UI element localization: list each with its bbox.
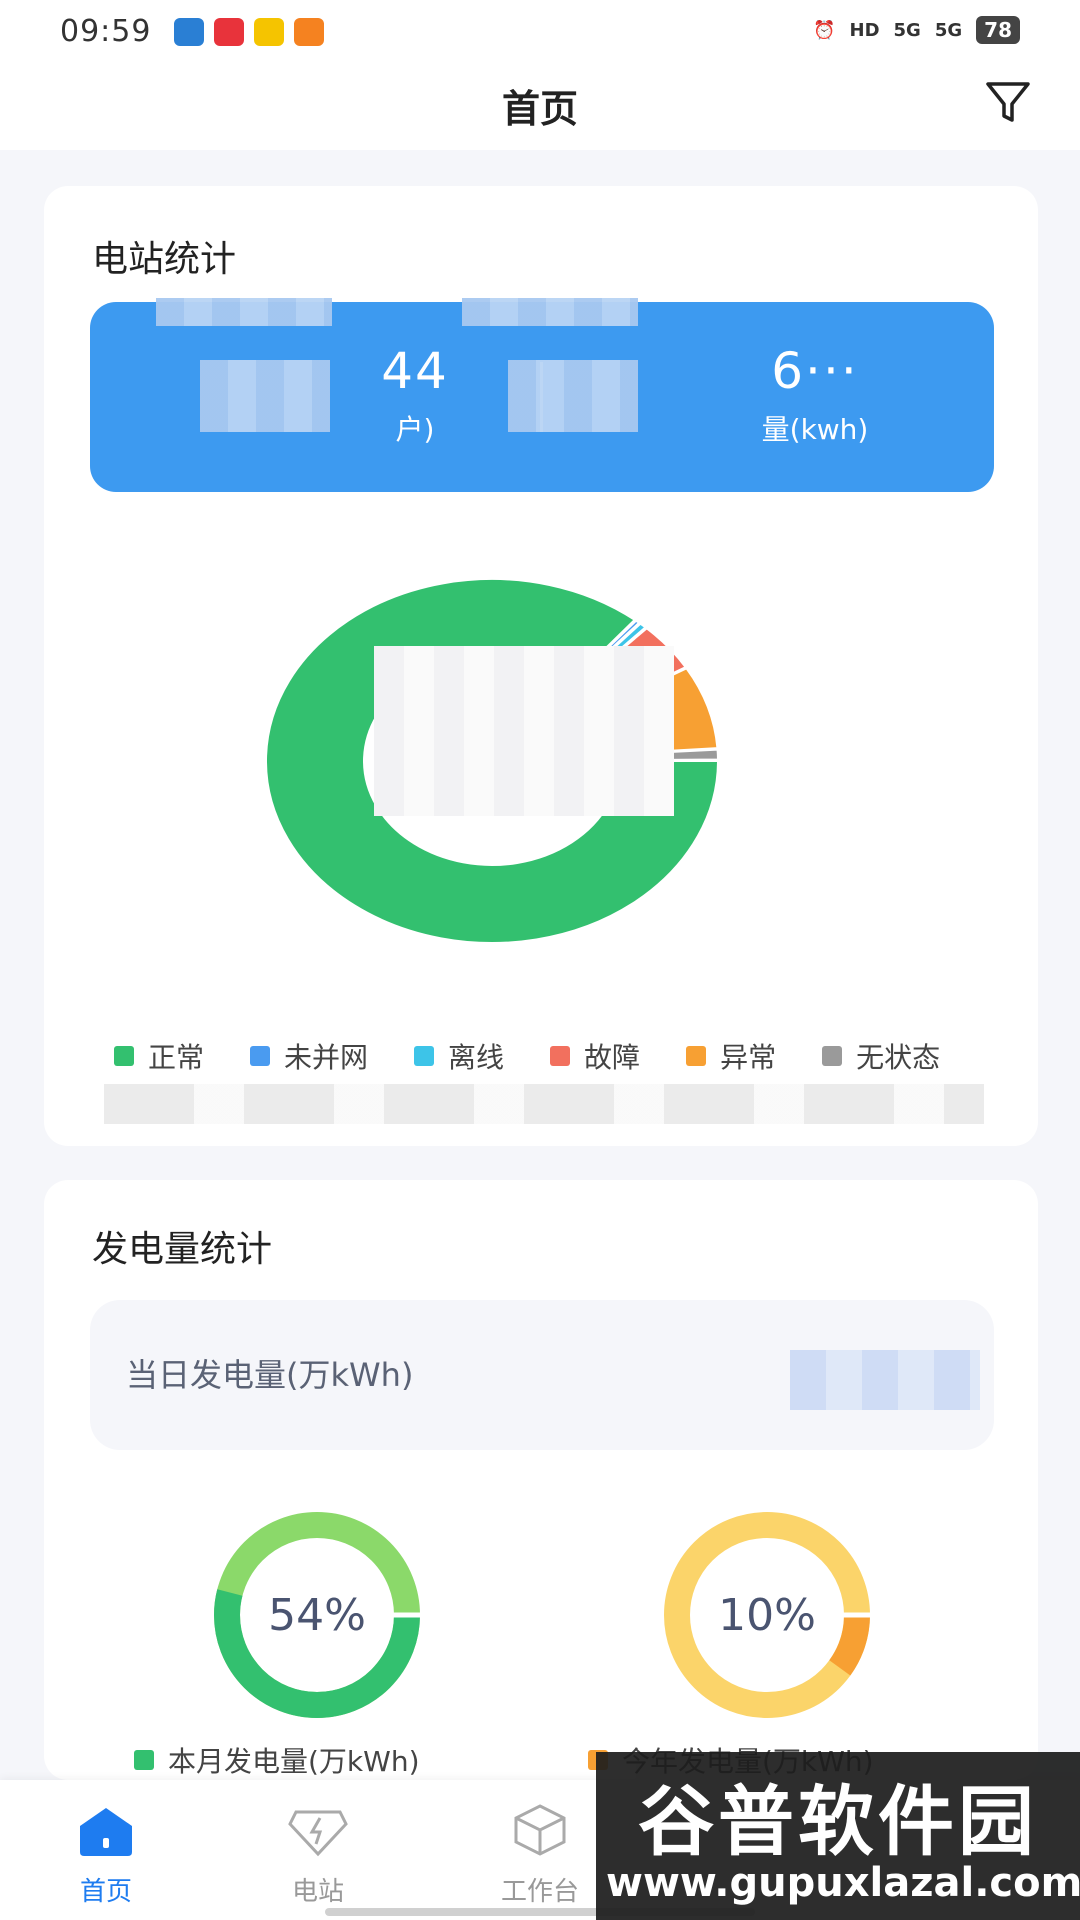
tab-station-label: 电站 — [291, 1877, 344, 1907]
daily-generation-box: 当日发电量(万kWh) — [90, 1300, 994, 1450]
legend-item[interactable]: 未并网 — [250, 1036, 368, 1076]
app-notification-icon — [174, 18, 204, 46]
watermark-title: 谷普软件园 — [638, 1777, 1038, 1866]
legend-label: 异常 — [720, 1041, 777, 1074]
status-time: 09:59 — [60, 14, 152, 49]
legend-label: 未并网 — [284, 1041, 369, 1074]
legend-swatch — [250, 1046, 271, 1066]
redacted-label — [156, 298, 332, 326]
tab-station[interactable]: 电站 — [248, 1802, 388, 1908]
daily-generation-label: 当日发电量(万kWh) — [126, 1356, 414, 1394]
legend-swatch — [686, 1046, 707, 1066]
status-legend: 正常 未并网 离线 故障 异常 无状态 — [114, 1036, 986, 1076]
hd-icon: HD — [849, 19, 880, 41]
redacted-legend-values — [104, 1084, 984, 1124]
month-percent: 54% — [268, 1589, 366, 1641]
legend-item[interactable]: 故障 — [550, 1036, 640, 1076]
cube-icon — [514, 1804, 566, 1856]
header: 首页 — [0, 66, 1080, 150]
redacted-value — [508, 360, 638, 432]
legend-label: 无状态 — [856, 1041, 941, 1074]
redacted-center-value — [374, 646, 674, 816]
year-generation-ring: 10% — [642, 1490, 892, 1744]
legend-item[interactable]: 异常 — [686, 1036, 776, 1076]
legend-label: 离线 — [448, 1041, 505, 1074]
station-summary-banner[interactable]: 44 户) 6··· 量(kwh) — [90, 298, 994, 492]
app-notification-icon — [214, 18, 244, 46]
tab-home[interactable]: 首页 — [36, 1802, 176, 1908]
tab-workbench[interactable]: 工作台 — [470, 1802, 610, 1908]
battery-icon: 78 — [976, 16, 1020, 44]
tab-workbench-label: 工作台 — [500, 1877, 579, 1907]
redacted-value — [200, 360, 330, 432]
meituan-icon — [254, 18, 284, 46]
month-legend-label: 本月发电量(万kWh) — [168, 1745, 420, 1778]
legend-swatch — [550, 1046, 571, 1066]
station-icon — [288, 1810, 348, 1857]
watermark-url: www.gupuxlazal.com — [606, 1860, 1080, 1906]
station-stats-title: 电站统计 — [92, 239, 237, 280]
redacted-label — [462, 298, 638, 326]
legend-swatch — [414, 1046, 435, 1066]
status-indicators: ⏰ HD 5G 5G 78 — [813, 16, 1020, 44]
filter-icon — [986, 82, 1030, 122]
tab-home-label: 首页 — [79, 1877, 132, 1907]
app-notification-icon — [294, 18, 324, 46]
watermark: 谷普软件园 www.gupuxlazal.com — [596, 1752, 1080, 1920]
legend-label: 故障 — [584, 1041, 641, 1074]
station-status-donut[interactable] — [44, 526, 1038, 986]
legend-swatch — [822, 1046, 843, 1066]
legend-item[interactable]: 正常 — [114, 1036, 204, 1076]
legend-swatch — [114, 1046, 134, 1066]
alarm-icon: ⏰ — [813, 19, 836, 41]
home-icon — [80, 1808, 132, 1856]
station-stats-card: 电站统计 44 户) 6··· 量(kwh) 正常 未并网 离线 故障 异常 无状态 — [44, 186, 1038, 1146]
redacted-daily-value — [790, 1350, 980, 1410]
signal-5g-icon: 5G — [893, 19, 921, 41]
power-stats-title: 发电量统计 — [92, 1229, 273, 1270]
notification-icons — [174, 18, 324, 46]
signal-5g-icon: 5G — [934, 19, 963, 41]
legend-label: 正常 — [148, 1041, 205, 1074]
status-bar: 09:59 ⏰ HD 5G 5G 78 — [0, 0, 1080, 66]
year-percent: 10% — [718, 1589, 816, 1641]
page-title: 首页 — [501, 87, 578, 131]
filter-button[interactable] — [976, 70, 1040, 134]
month-legend: 本月发电量(万kWh) — [134, 1740, 420, 1780]
legend-item[interactable]: 无状态 — [822, 1036, 940, 1076]
power-stats-card: 发电量统计 当日发电量(万kWh) 54% 10% 本月发电量(万kWh) 今年… — [44, 1180, 1038, 1780]
legend-swatch — [134, 1750, 154, 1770]
month-generation-ring: 54% — [192, 1490, 442, 1744]
legend-item[interactable]: 离线 — [414, 1036, 504, 1076]
